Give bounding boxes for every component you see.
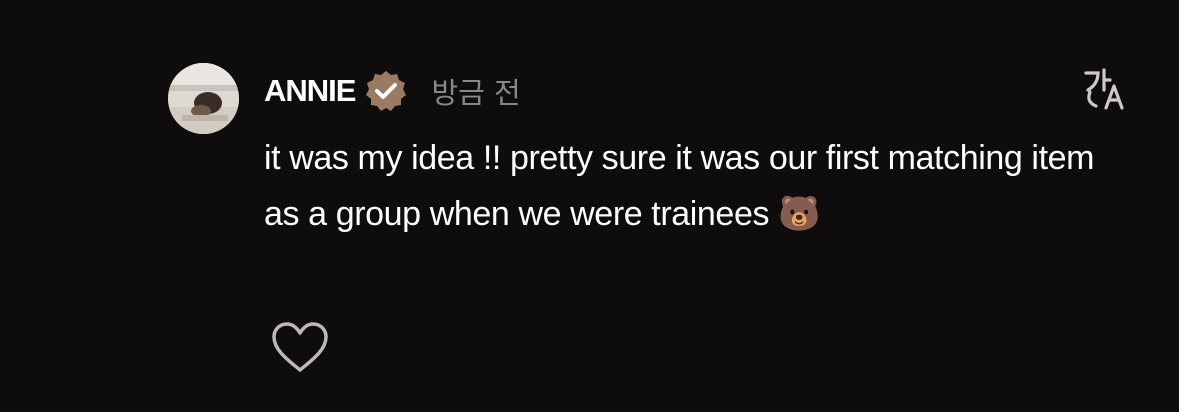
avatar[interactable] (168, 63, 239, 134)
heart-outline-icon (272, 322, 328, 372)
username[interactable]: ANNIE (264, 73, 356, 109)
like-button[interactable] (270, 320, 330, 376)
avatar-photo (168, 63, 239, 134)
comment-text: it was my idea !! pretty sure it was our… (264, 139, 1095, 233)
verified-badge-icon (363, 68, 409, 114)
translate-icon[interactable] (1082, 68, 1130, 110)
comment-header: ANNIE 방금 전 (264, 66, 521, 116)
timestamp: 방금 전 (431, 76, 521, 110)
